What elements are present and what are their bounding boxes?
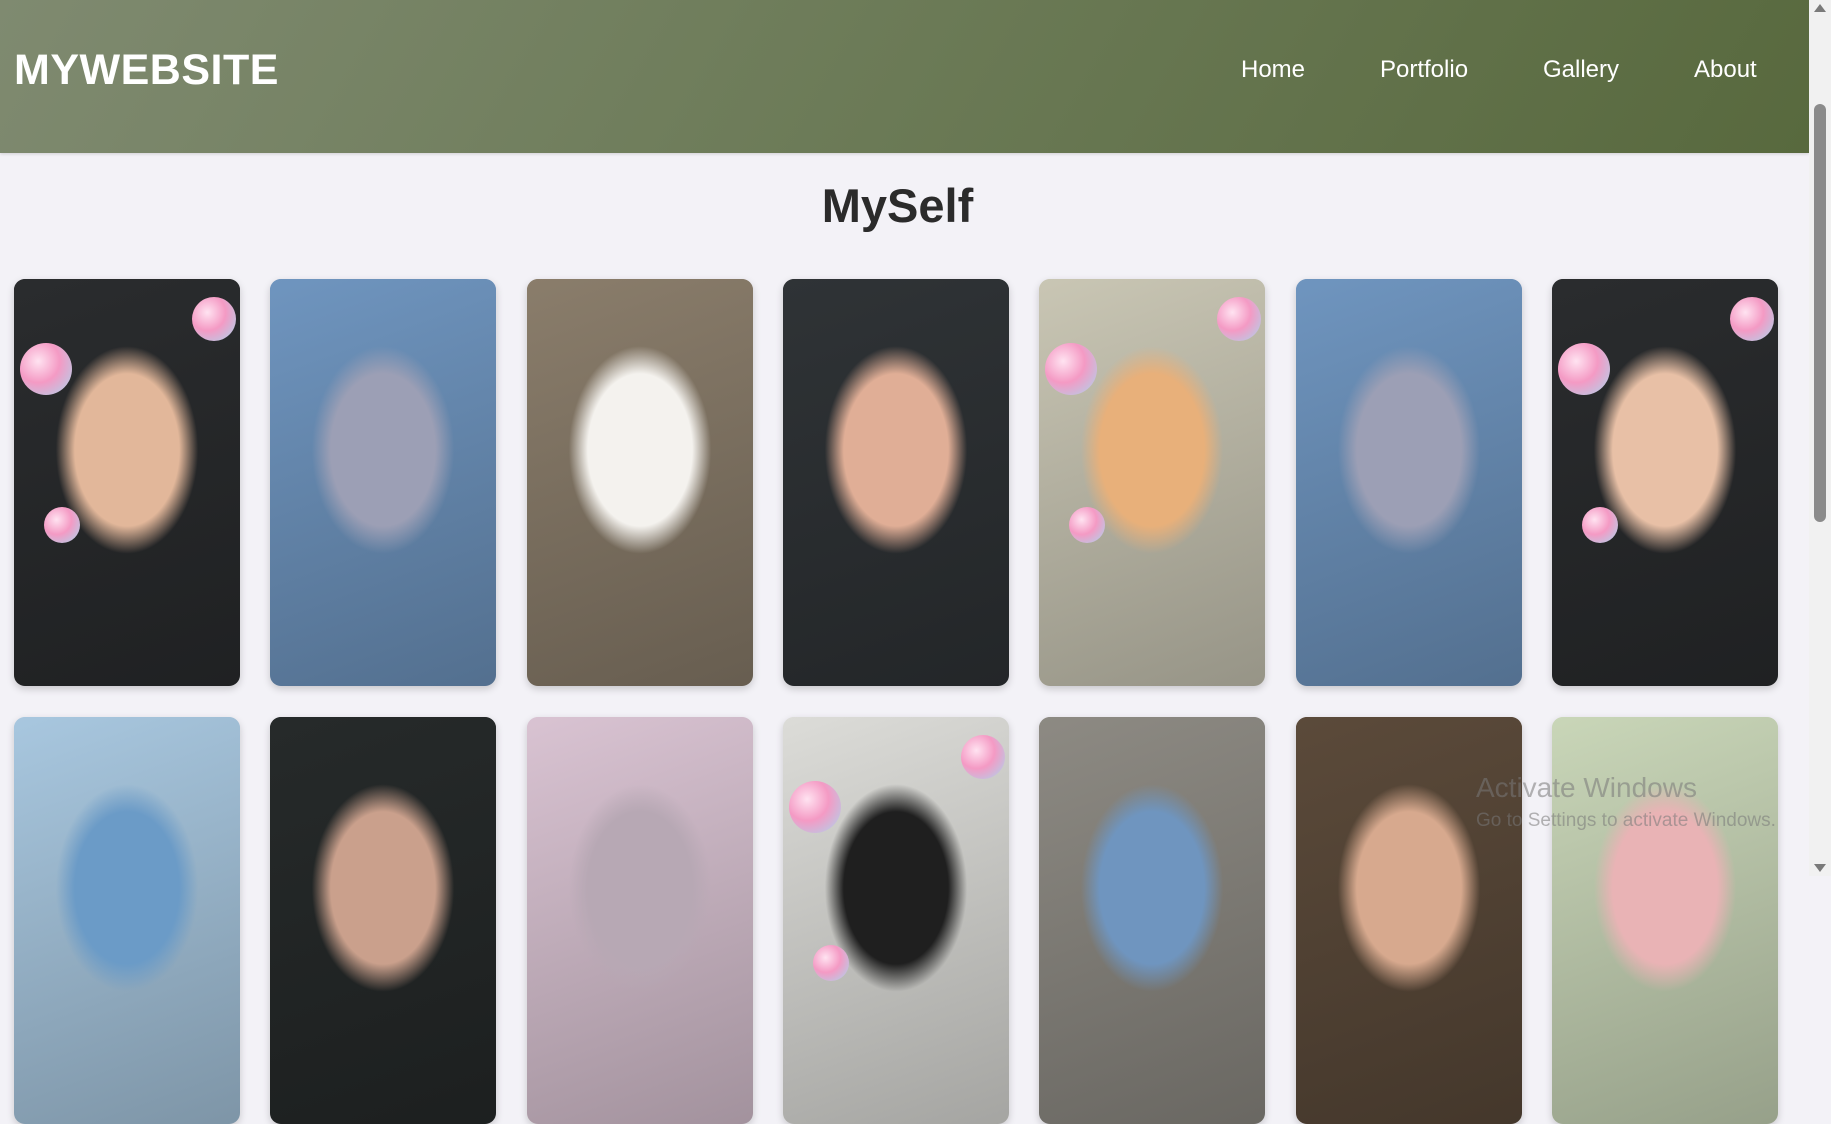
gallery-photo[interactable] xyxy=(14,279,240,686)
gallery-photo[interactable] xyxy=(1296,717,1522,1124)
heart-sticker-icon xyxy=(1582,507,1618,543)
photo-flower-vines xyxy=(1552,717,1778,1124)
heart-sticker-icon xyxy=(1069,507,1105,543)
nav-home[interactable]: Home xyxy=(1241,56,1305,84)
nav-about[interactable]: About xyxy=(1694,56,1757,84)
gallery-photo[interactable] xyxy=(1552,279,1778,686)
site-header: MYWEBSITE Home Portfolio Gallery About xyxy=(0,0,1809,153)
heart-sticker-icon xyxy=(20,343,72,395)
photo-selfie-hearts-2 xyxy=(1552,279,1778,686)
gallery-photo[interactable] xyxy=(1039,717,1265,1124)
heart-sticker-icon xyxy=(789,781,841,833)
heart-sticker-icon xyxy=(1730,297,1774,341)
photo-selfie-hearts xyxy=(14,279,240,686)
gallery-photo[interactable] xyxy=(783,717,1009,1124)
photo-room-blue xyxy=(1039,717,1265,1124)
gallery-photo[interactable] xyxy=(270,717,496,1124)
heart-sticker-icon xyxy=(1217,297,1261,341)
heart-sticker-icon xyxy=(1558,343,1610,395)
gallery-photo[interactable] xyxy=(527,279,753,686)
photo-blue-flowers xyxy=(14,717,240,1124)
gallery-photo[interactable] xyxy=(14,717,240,1124)
scrollbar[interactable] xyxy=(1809,0,1831,876)
photo-blue-hoodie-rotated-2 xyxy=(1296,279,1522,686)
photo-selfie-closeup xyxy=(1296,717,1522,1124)
heart-sticker-icon xyxy=(1045,343,1097,395)
photo-white-kitten xyxy=(527,279,753,686)
gallery-photo[interactable] xyxy=(1039,279,1265,686)
heart-sticker-icon xyxy=(813,945,849,981)
heart-sticker-icon xyxy=(961,735,1005,779)
gallery-photo[interactable] xyxy=(1296,279,1522,686)
heart-sticker-icon xyxy=(192,297,236,341)
scroll-thumb[interactable] xyxy=(1814,104,1826,522)
site-logo[interactable]: MYWEBSITE xyxy=(14,46,279,95)
photo-selfie-dark xyxy=(270,717,496,1124)
nav-gallery[interactable]: Gallery xyxy=(1543,56,1619,84)
gallery-photo[interactable] xyxy=(270,279,496,686)
heart-sticker-icon xyxy=(44,507,80,543)
photo-orange-kitten xyxy=(1039,279,1265,686)
photo-pink-hearts-crown xyxy=(783,717,1009,1124)
scroll-up-icon[interactable] xyxy=(1814,4,1826,12)
nav-portfolio[interactable]: Portfolio xyxy=(1380,56,1468,84)
gallery-photo[interactable] xyxy=(1552,717,1778,1124)
photo-blue-hoodie-rotated xyxy=(270,279,496,686)
gallery-photo[interactable] xyxy=(527,717,753,1124)
scroll-down-icon[interactable] xyxy=(1814,864,1826,872)
photo-pink-palm xyxy=(527,717,753,1124)
section-title: MySelf xyxy=(821,179,974,232)
gallery-photo[interactable] xyxy=(783,279,1009,686)
photo-selfie-strawberry xyxy=(783,279,1009,686)
